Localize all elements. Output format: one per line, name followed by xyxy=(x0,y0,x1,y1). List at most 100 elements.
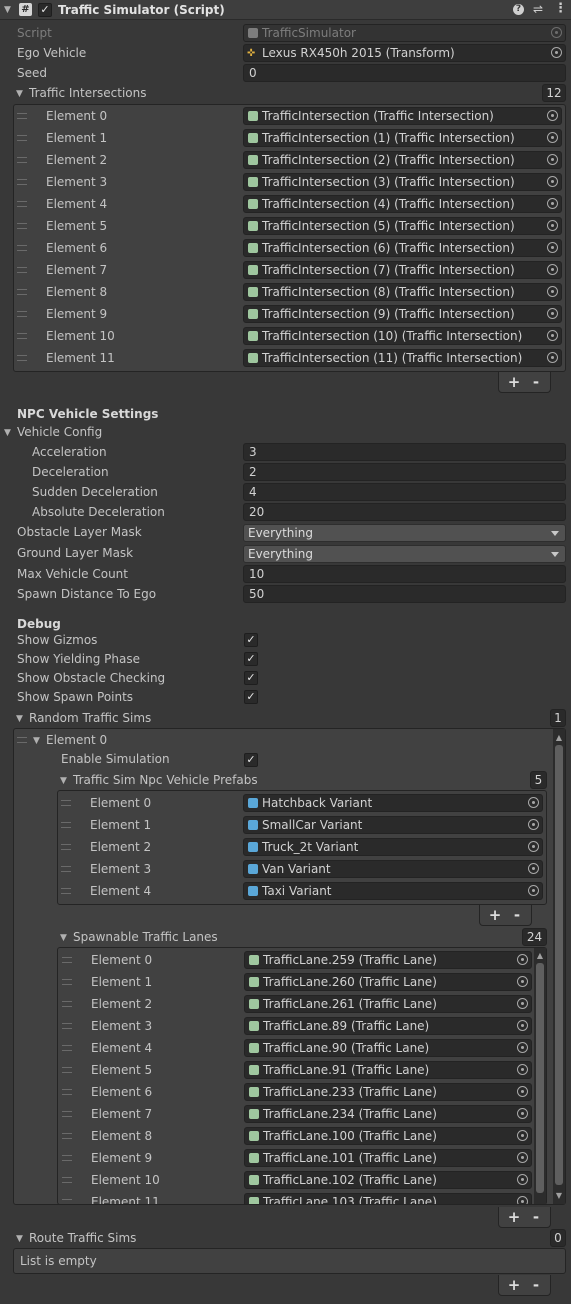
object-picker-icon[interactable] xyxy=(547,242,558,253)
object-picker-icon[interactable] xyxy=(517,1042,528,1053)
object-picker-icon[interactable] xyxy=(517,1086,528,1097)
vehicle-config-input[interactable]: 3 xyxy=(243,443,566,461)
route-sims-foldout-arrow[interactable]: ▼ xyxy=(16,1234,23,1244)
vehicle-config-foldout-arrow[interactable]: ▼ xyxy=(4,428,11,438)
drag-handle-icon[interactable] xyxy=(62,1067,72,1073)
drag-handle-icon[interactable] xyxy=(17,267,27,273)
object-field[interactable]: TrafficLane.261 (Traffic Lane) xyxy=(244,995,532,1013)
route-sims-remove-button[interactable]: - xyxy=(526,1276,546,1295)
lanes-scroll-thumb[interactable] xyxy=(536,963,544,1193)
drag-handle-icon[interactable] xyxy=(17,201,27,207)
object-field[interactable]: TrafficLane.234 (Traffic Lane) xyxy=(244,1105,532,1123)
drag-handle-icon[interactable] xyxy=(17,135,27,141)
object-field[interactable]: TrafficLane.101 (Traffic Lane) xyxy=(244,1149,532,1167)
object-picker-icon[interactable] xyxy=(547,132,558,143)
random-sims-scroll-thumb[interactable] xyxy=(555,745,563,1185)
object-field[interactable]: TrafficIntersection (2) (Traffic Interse… xyxy=(243,151,562,169)
object-picker-icon[interactable] xyxy=(517,1174,528,1185)
debug-toggle-checkbox[interactable]: ✓ xyxy=(244,690,258,704)
drag-handle-icon[interactable] xyxy=(62,957,72,963)
drag-handle-icon[interactable] xyxy=(62,1045,72,1051)
lanes-label[interactable]: Spawnable Traffic Lanes xyxy=(73,927,218,947)
drag-handle-icon[interactable] xyxy=(62,979,72,985)
obstacle-layer-mask-dropdown[interactable]: Everything xyxy=(243,524,566,542)
object-field[interactable]: TrafficIntersection (6) (Traffic Interse… xyxy=(243,239,562,257)
vehicle-config-input[interactable]: 2 xyxy=(243,463,566,481)
drag-handle-icon[interactable] xyxy=(61,800,71,806)
drag-handle-icon[interactable] xyxy=(62,1089,72,1095)
object-field[interactable]: TrafficLane.91 (Traffic Lane) xyxy=(244,1061,532,1079)
drag-handle-icon[interactable] xyxy=(17,245,27,251)
drag-handle-icon[interactable] xyxy=(61,888,71,894)
drag-handle-icon[interactable] xyxy=(17,737,27,743)
object-field[interactable]: TrafficIntersection (7) (Traffic Interse… xyxy=(243,261,562,279)
prefabs-remove-button[interactable]: - xyxy=(507,906,527,925)
random-sims-foldout-arrow[interactable]: ▼ xyxy=(16,714,23,724)
component-foldout-arrow[interactable]: ▼ xyxy=(4,5,11,15)
debug-toggle-checkbox[interactable]: ✓ xyxy=(244,671,258,685)
route-sims-count[interactable]: 0 xyxy=(550,1229,566,1247)
object-field[interactable]: TrafficIntersection (1) (Traffic Interse… xyxy=(243,129,562,147)
drag-handle-icon[interactable] xyxy=(17,223,27,229)
drag-handle-icon[interactable] xyxy=(17,355,27,361)
object-field[interactable]: TrafficIntersection (Traffic Intersectio… xyxy=(243,107,562,125)
drag-handle-icon[interactable] xyxy=(17,179,27,185)
object-picker-icon[interactable] xyxy=(517,1130,528,1141)
object-picker-icon[interactable] xyxy=(551,47,562,58)
object-picker-icon[interactable] xyxy=(547,110,558,121)
object-picker-icon[interactable] xyxy=(547,198,558,209)
drag-handle-icon[interactable] xyxy=(62,1199,72,1204)
object-picker-icon[interactable] xyxy=(547,264,558,275)
drag-handle-icon[interactable] xyxy=(62,1001,72,1007)
enable-simulation-checkbox[interactable]: ✓ xyxy=(244,753,258,767)
object-picker-icon[interactable] xyxy=(517,998,528,1009)
object-picker-icon[interactable] xyxy=(517,976,528,987)
random-sims-add-button[interactable]: + xyxy=(504,1208,524,1227)
random-sims-count[interactable]: 1 xyxy=(550,709,566,727)
object-field[interactable]: TrafficLane.89 (Traffic Lane) xyxy=(244,1017,532,1035)
object-picker-icon[interactable] xyxy=(517,1020,528,1031)
object-picker-icon[interactable] xyxy=(547,176,558,187)
drag-handle-icon[interactable] xyxy=(61,822,71,828)
object-picker-icon[interactable] xyxy=(528,841,539,852)
lanes-count[interactable]: 24 xyxy=(522,928,547,946)
scroll-up-arrow-icon[interactable]: ▲ xyxy=(554,733,564,742)
object-field[interactable]: TrafficIntersection (3) (Traffic Interse… xyxy=(243,173,562,191)
seed-input[interactable]: 0 xyxy=(243,64,566,82)
spawn-distance-input[interactable]: 50 xyxy=(243,585,566,603)
object-field[interactable]: TrafficIntersection (10) (Traffic Inters… xyxy=(243,327,562,345)
vehicle-config-label[interactable]: Vehicle Config xyxy=(17,422,102,442)
drag-handle-icon[interactable] xyxy=(17,333,27,339)
intersections-count[interactable]: 12 xyxy=(542,84,566,102)
object-picker-icon[interactable] xyxy=(528,885,539,896)
drag-handle-icon[interactable] xyxy=(62,1133,72,1139)
intersections-label[interactable]: Traffic Intersections xyxy=(29,83,147,103)
intersections-add-button[interactable]: + xyxy=(504,373,524,392)
prefabs-label[interactable]: Traffic Sim Npc Vehicle Prefabs xyxy=(73,770,258,790)
object-field[interactable]: Truck_2t Variant xyxy=(243,838,543,856)
object-field[interactable]: TrafficLane.233 (Traffic Lane) xyxy=(244,1083,532,1101)
object-picker-icon[interactable] xyxy=(528,819,539,830)
object-field[interactable]: TrafficIntersection (11) (Traffic Inters… xyxy=(243,349,562,367)
route-sims-label[interactable]: Route Traffic Sims xyxy=(29,1228,136,1248)
object-picker-icon[interactable] xyxy=(517,1108,528,1119)
intersections-remove-button[interactable]: - xyxy=(526,373,546,392)
scroll-down-arrow-icon[interactable]: ▼ xyxy=(554,1191,564,1200)
prefabs-add-button[interactable]: + xyxy=(485,906,505,925)
object-picker-icon[interactable] xyxy=(517,954,528,965)
drag-handle-icon[interactable] xyxy=(17,311,27,317)
object-picker-icon[interactable] xyxy=(517,1064,528,1075)
object-field[interactable]: TrafficLane.102 (Traffic Lane) xyxy=(244,1171,532,1189)
debug-toggle-checkbox[interactable]: ✓ xyxy=(244,652,258,666)
ego-vehicle-field[interactable]: ✜ Lexus RX450h 2015 (Transform) xyxy=(243,44,566,62)
object-field[interactable]: Van Variant xyxy=(243,860,543,878)
object-field[interactable]: TrafficLane.260 (Traffic Lane) xyxy=(244,973,532,991)
object-picker-icon[interactable] xyxy=(547,330,558,341)
object-picker-icon[interactable] xyxy=(547,286,558,297)
object-field[interactable]: TrafficIntersection (9) (Traffic Interse… xyxy=(243,305,562,323)
object-field[interactable]: TrafficIntersection (8) (Traffic Interse… xyxy=(243,283,562,301)
ground-layer-mask-dropdown[interactable]: Everything xyxy=(243,545,566,563)
object-picker-icon[interactable] xyxy=(528,863,539,874)
object-picker-icon[interactable] xyxy=(517,1152,528,1163)
object-picker-icon[interactable] xyxy=(517,1196,528,1204)
